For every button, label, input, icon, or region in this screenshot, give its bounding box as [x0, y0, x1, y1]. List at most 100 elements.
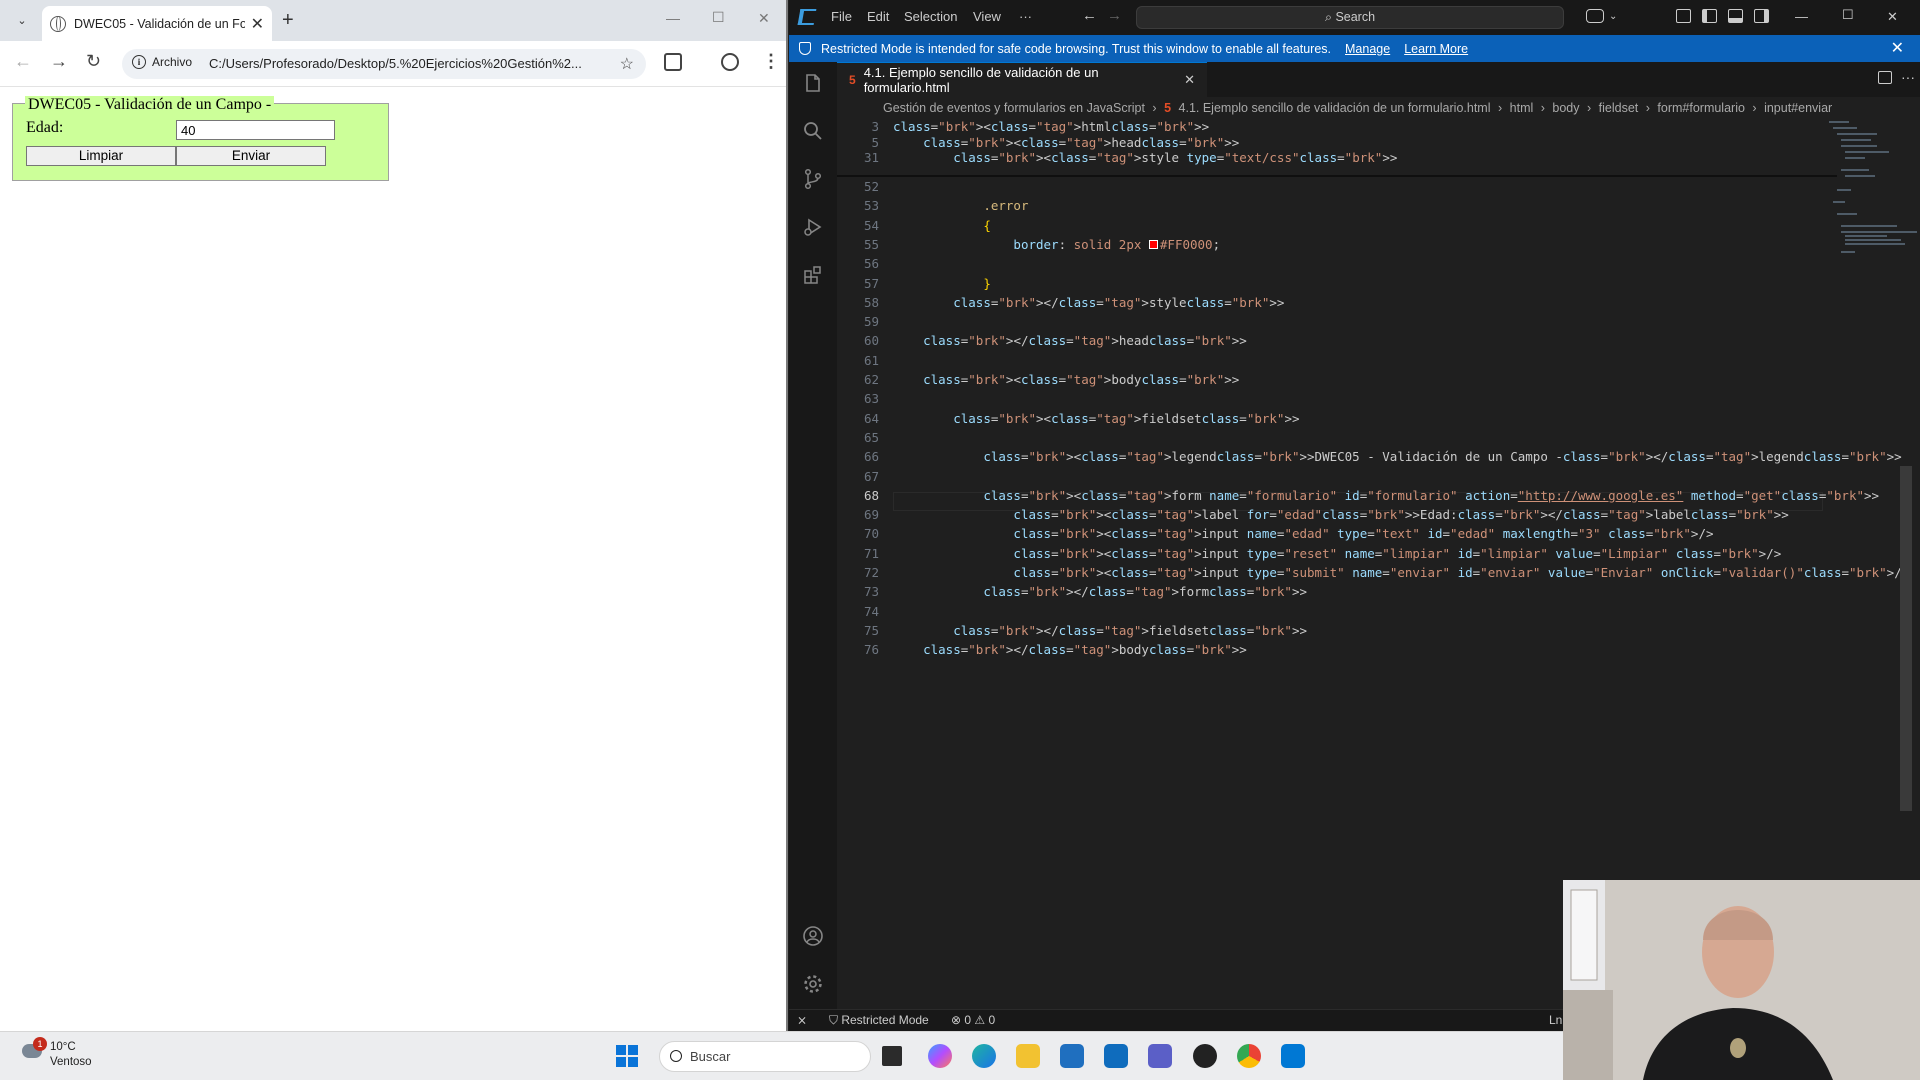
code-editor[interactable]: 3 class="brk"><class="tag">htmlclass="brk… [837, 119, 1909, 1009]
editor-more-icon[interactable]: ··· [1901, 69, 1915, 85]
learn-more-link[interactable]: Learn More [1404, 42, 1468, 56]
customize-layout-icon[interactable] [1676, 9, 1691, 23]
bookmark-star-icon[interactable]: ☆ [620, 54, 634, 74]
breadcrumb-body[interactable]: body [1552, 101, 1579, 115]
extensions-view-icon[interactable] [802, 264, 824, 286]
code-line[interactable]: class="brk"><class="tag">input type="sub… [893, 565, 1909, 580]
toggle-sidebar-icon[interactable] [1702, 9, 1717, 23]
profile-icon[interactable] [721, 53, 739, 71]
source-control-icon[interactable] [802, 168, 824, 190]
nav-forward-icon[interactable]: → [1107, 7, 1122, 24]
address-bar[interactable]: i Archivo C:/Users/Profesorado/Desktop/5… [122, 49, 646, 79]
code-line[interactable]: class="brk"></class="tag">headclass="brk… [893, 333, 1247, 348]
code-line[interactable]: class="brk"><class="tag">form name="form… [893, 488, 1879, 503]
forward-icon[interactable]: → [50, 51, 68, 72]
teams-icon[interactable] [1148, 1044, 1172, 1068]
toggle-secondary-sidebar-icon[interactable] [1754, 9, 1769, 23]
minimize-icon[interactable]: — [666, 10, 680, 26]
close-editor-tab-icon[interactable]: ✕ [1184, 72, 1195, 88]
nav-back-icon[interactable]: ← [1082, 7, 1097, 24]
taskbar-search[interactable]: Buscar [659, 1041, 871, 1072]
code-line[interactable]: class="brk"><class="tag">input type="res… [893, 546, 1781, 561]
cursor-position[interactable]: Ln [1549, 1013, 1562, 1027]
breadcrumb-file[interactable]: 4.1. Ejemplo sencillo de validación de u… [1179, 101, 1491, 115]
new-tab-icon[interactable]: + [282, 9, 294, 32]
code-line[interactable]: class="brk"></class="tag">formclass="brk… [893, 584, 1307, 599]
sticky-code-line[interactable]: class="brk"><class="tag">headclass="brk"… [893, 135, 1239, 150]
sticky-code-line[interactable]: class="brk"><class="tag">htmlclass="brk"… [893, 119, 1209, 134]
menu-more[interactable]: ··· [1019, 9, 1032, 24]
code-line[interactable]: border: solid 2px #FF0000; [893, 237, 1220, 252]
menu-file[interactable]: File [831, 9, 852, 24]
browser-tab[interactable]: DWEC05 - Validación de un For ✕ [42, 6, 272, 41]
line-number: 56 [863, 256, 879, 272]
breadcrumb-input[interactable]: input#enviar [1764, 101, 1832, 115]
app-icon[interactable] [1193, 1044, 1217, 1068]
reload-icon[interactable]: ↻ [86, 51, 101, 72]
code-line[interactable]: class="brk"><class="tag">bodyclass="brk"… [893, 372, 1239, 387]
toggle-panel-icon[interactable] [1728, 9, 1743, 23]
globe-icon [50, 15, 66, 32]
edge-icon[interactable] [972, 1044, 996, 1068]
menu-selection[interactable]: Selection [904, 9, 957, 24]
maximize-icon[interactable]: ☐ [712, 9, 725, 26]
code-line[interactable]: class="brk"></class="tag">bodyclass="brk… [893, 642, 1247, 657]
file-explorer-icon[interactable] [1016, 1044, 1040, 1068]
vscode-close-icon[interactable]: ✕ [1887, 9, 1898, 25]
editor-tab-active[interactable]: 5 4.1. Ejemplo sencillo de validación de… [837, 62, 1207, 97]
tab-search-icon[interactable]: ⌄ [10, 10, 34, 32]
problems-status[interactable]: ⊗ 0 ⚠ 0 [951, 1013, 995, 1027]
run-debug-icon[interactable] [802, 216, 824, 238]
close-window-icon[interactable]: ✕ [758, 10, 770, 27]
html-file-icon: 5 [849, 73, 856, 87]
accounts-icon[interactable] [802, 925, 824, 947]
explorer-icon[interactable] [802, 72, 824, 94]
url-text[interactable]: C:/Users/Profesorado/Desktop/5.%20Ejerci… [209, 56, 619, 71]
restricted-mode-status[interactable]: ⛉ Restricted Mode [829, 1013, 929, 1028]
breadcrumb-folder[interactable]: Gestión de eventos y formularios en Java… [883, 101, 1145, 115]
vscode-minimize-icon[interactable]: — [1795, 9, 1808, 24]
task-view-icon[interactable] [882, 1046, 902, 1066]
menu-view[interactable]: View [973, 9, 1001, 24]
back-icon[interactable]: ← [14, 51, 32, 72]
browser-menu-icon[interactable]: ⋮ [762, 51, 780, 72]
code-line[interactable]: class="brk"><class="tag">label for="edad… [893, 507, 1788, 522]
split-editor-icon[interactable] [1878, 71, 1892, 84]
site-info-label: Archivo [152, 55, 193, 69]
menu-edit[interactable]: Edit [867, 9, 889, 24]
copilot-app-icon[interactable] [928, 1044, 952, 1068]
vscode-maximize-icon[interactable]: ☐ [1842, 7, 1854, 23]
banner-close-icon[interactable]: ✕ [1891, 38, 1904, 58]
limpiar-button[interactable]: Limpiar [26, 146, 176, 166]
outlook-icon[interactable] [1104, 1044, 1128, 1068]
code-line[interactable]: { [893, 218, 991, 233]
breadcrumb-fieldset[interactable]: fieldset [1599, 101, 1639, 115]
remote-icon[interactable]: ⨯ [797, 1013, 807, 1027]
code-line[interactable]: } [893, 276, 991, 291]
enviar-button[interactable]: Enviar [176, 146, 326, 166]
chrome-icon[interactable] [1237, 1044, 1261, 1068]
windows-start-icon[interactable] [616, 1045, 638, 1067]
copilot-dropdown-icon[interactable]: ⌄ [1609, 11, 1617, 22]
code-line[interactable]: .error [893, 198, 1028, 213]
code-line[interactable]: class="brk"></class="tag">styleclass="br… [893, 295, 1284, 310]
store-icon[interactable] [1060, 1044, 1084, 1068]
site-info-chip[interactable]: i Archivo [132, 55, 192, 69]
breadcrumb-html[interactable]: html [1510, 101, 1534, 115]
vscode-taskbar-icon[interactable] [1281, 1044, 1305, 1068]
command-center-search[interactable]: ⌕ Search [1136, 6, 1564, 29]
copilot-icon[interactable] [1586, 9, 1604, 23]
settings-gear-icon[interactable] [802, 973, 824, 995]
manage-link[interactable]: Manage [1345, 42, 1390, 56]
code-line[interactable]: class="brk"></class="tag">fieldsetclass=… [893, 623, 1307, 638]
sticky-code-line[interactable]: class="brk"><class="tag">style type="tex… [893, 150, 1397, 165]
code-line[interactable]: class="brk"><class="tag">input name="eda… [893, 526, 1713, 541]
editor-scrollbar-thumb[interactable] [1900, 466, 1912, 811]
extensions-icon[interactable] [664, 53, 682, 71]
search-view-icon[interactable] [802, 120, 824, 142]
code-line[interactable]: class="brk"><class="tag">fieldsetclass="… [893, 411, 1299, 426]
edad-input[interactable] [176, 120, 335, 140]
breadcrumb-form[interactable]: form#formulario [1657, 101, 1745, 115]
code-line[interactable]: class="brk"><class="tag">legendclass="br… [893, 449, 1901, 464]
close-tab-icon[interactable]: ✕ [251, 14, 264, 34]
